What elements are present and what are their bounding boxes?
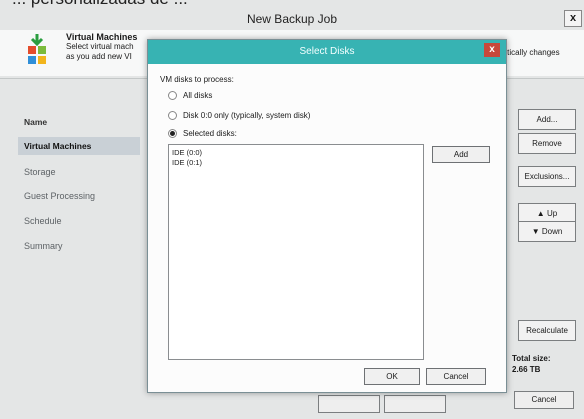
option-selected-disks-label: Selected disks: — [183, 129, 237, 138]
total-size: Total size: 2.66 TB — [512, 353, 551, 375]
option-selected-disks[interactable]: Selected disks: — [168, 129, 237, 139]
option-all-disks-label: All disks — [183, 91, 213, 100]
name-column-label: Name — [24, 117, 48, 127]
radio-selected-disks[interactable] — [168, 129, 177, 139]
option-all-disks[interactable]: All disks — [168, 91, 213, 101]
select-disks-dialog: Select Disks x VM disks to process: All … — [147, 39, 507, 393]
disk-list[interactable]: IDE (0:0) IDE (0:1) — [168, 144, 424, 360]
wizard-step-title: Virtual Machines — [66, 32, 138, 42]
arrow-down-icon: ▼ — [531, 227, 540, 236]
vm-disks-label: VM disks to process: — [160, 75, 234, 84]
list-item[interactable]: IDE (0:1) — [169, 158, 423, 168]
dialog-titlebar: Select Disks x — [148, 40, 506, 64]
wizard-step-desc-line1: Select virtual mach — [66, 42, 134, 51]
veeam-job-icon — [28, 34, 46, 64]
wizard-cancel-button[interactable]: Cancel — [514, 391, 574, 409]
cancel-button[interactable]: Cancel — [426, 368, 486, 385]
radio-system-disk[interactable] — [168, 111, 177, 121]
window-titlebar: New Backup Job x — [0, 8, 584, 32]
ok-button[interactable]: OK — [364, 368, 420, 385]
arrow-up-icon: ▲ — [536, 209, 545, 218]
window-close-button[interactable]: x — [564, 10, 582, 27]
dialog-close-button[interactable]: x — [484, 43, 500, 57]
move-up-label: Up — [546, 209, 558, 218]
move-down-label: Down — [541, 227, 563, 236]
wizard-step-desc-line2: as you add new VI — [66, 52, 132, 61]
move-down-button[interactable]: ▼ Down — [518, 221, 576, 242]
option-system-disk-label: Disk 0:0 only (typically, system disk) — [183, 111, 311, 120]
total-size-value: 2.66 TB — [512, 365, 541, 374]
window-title: New Backup Job — [246, 12, 338, 26]
nav-item-storage[interactable]: Storage — [24, 167, 56, 177]
total-size-label: Total size: — [512, 354, 551, 363]
remove-button[interactable]: Remove — [518, 133, 576, 154]
nav-item-summary[interactable]: Summary — [24, 241, 63, 251]
nav-item-schedule[interactable]: Schedule — [24, 216, 62, 226]
dialog-title: Select Disks — [299, 46, 355, 57]
add-disk-button[interactable]: Add — [432, 146, 490, 163]
previous-button[interactable] — [318, 395, 380, 413]
option-system-disk[interactable]: Disk 0:0 only (typically, system disk) — [168, 111, 311, 121]
nav-item-virtual-machines[interactable]: Virtual Machines — [18, 137, 140, 155]
recalculate-button[interactable]: Recalculate — [518, 320, 576, 341]
radio-all-disks[interactable] — [168, 91, 177, 101]
list-item[interactable]: IDE (0:0) — [169, 148, 423, 158]
next-button[interactable] — [384, 395, 446, 413]
add-vm-button[interactable]: Add... — [518, 109, 576, 130]
exclusions-button[interactable]: Exclusions... — [518, 166, 576, 187]
nav-item-guest-processing[interactable]: Guest Processing — [24, 191, 95, 201]
